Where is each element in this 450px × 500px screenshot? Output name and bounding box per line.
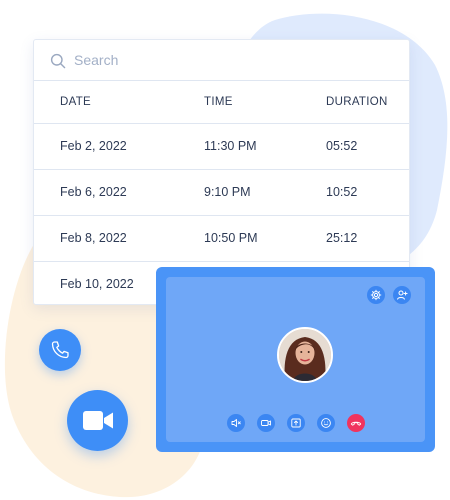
cell-time: 9:10 PM — [204, 185, 251, 199]
share-screen-button[interactable] — [287, 414, 305, 432]
emoji-icon — [321, 418, 331, 428]
cell-time: 10:50 PM — [204, 231, 258, 245]
add-user-icon — [397, 290, 408, 300]
gear-icon — [370, 289, 382, 301]
video-call-panel — [156, 267, 435, 452]
table-row[interactable]: Feb 8, 2022 10:50 PM 25:12 — [34, 216, 409, 262]
camera-toggle-button[interactable] — [257, 414, 275, 432]
search-bar — [34, 40, 409, 81]
video-call-screen — [166, 277, 425, 442]
stage: DATE TIME DURATION Feb 2, 2022 11:30 PM … — [0, 0, 450, 500]
call-history-card: DATE TIME DURATION Feb 2, 2022 11:30 PM … — [33, 39, 410, 305]
search-input[interactable] — [74, 49, 374, 71]
cell-date: Feb 10, 2022 — [60, 277, 134, 291]
cell-date: Feb 6, 2022 — [60, 185, 127, 199]
caller-photo — [279, 329, 331, 381]
add-participant-button[interactable] — [393, 286, 411, 304]
volume-icon — [231, 419, 241, 427]
caller-avatar — [277, 327, 333, 383]
cell-duration: 10:52 — [326, 185, 358, 199]
phone-icon — [51, 341, 69, 359]
cell-date: Feb 2, 2022 — [60, 139, 127, 153]
emoji-button[interactable] — [317, 414, 335, 432]
video-camera-icon — [261, 420, 271, 426]
voice-call-button[interactable] — [39, 329, 81, 371]
share-screen-icon — [291, 418, 301, 428]
table-row[interactable]: Feb 2, 2022 11:30 PM 05:52 — [34, 124, 409, 170]
search-icon — [50, 53, 66, 69]
column-header-duration[interactable]: DURATION — [326, 96, 388, 108]
table-header: DATE TIME DURATION — [34, 81, 409, 124]
end-call-icon — [350, 421, 362, 426]
table-row[interactable]: Feb 6, 2022 9:10 PM 10:52 — [34, 170, 409, 216]
mute-button[interactable] — [227, 414, 245, 432]
cell-time: 11:30 PM — [204, 139, 257, 153]
cell-date: Feb 8, 2022 — [60, 231, 127, 245]
cell-duration: 25:12 — [326, 231, 358, 245]
cell-duration: 05:52 — [326, 139, 358, 153]
end-call-button[interactable] — [347, 414, 365, 432]
settings-button[interactable] — [367, 286, 385, 304]
video-call-button[interactable] — [67, 390, 128, 451]
column-header-time[interactable]: TIME — [204, 96, 233, 108]
column-header-date[interactable]: DATE — [60, 96, 91, 108]
video-icon — [83, 411, 113, 430]
